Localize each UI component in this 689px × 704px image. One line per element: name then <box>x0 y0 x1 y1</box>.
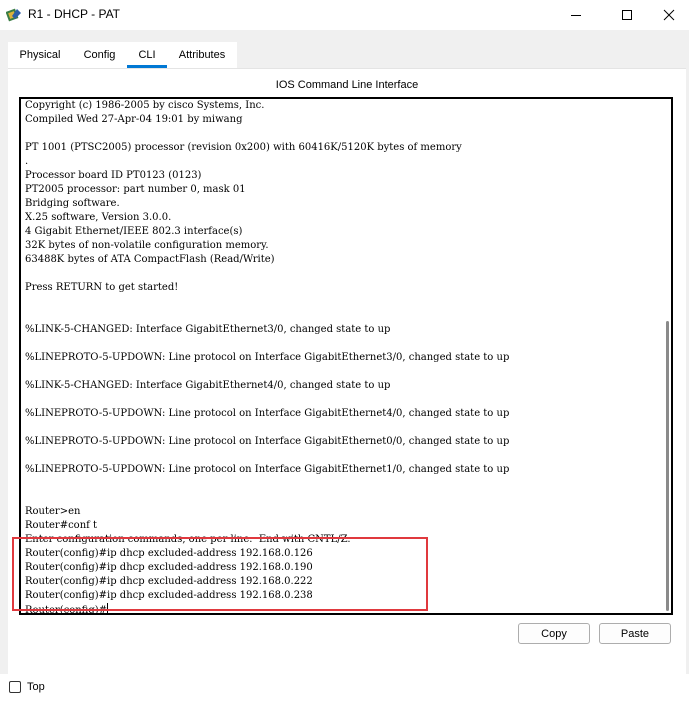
copy-button[interactable]: Copy <box>518 623 590 644</box>
terminal-line: %LINEPROTO-5-UPDOWN: Line protocol on In… <box>25 352 510 363</box>
maximize-button[interactable] <box>604 0 650 30</box>
panel-title: IOS Command Line Interface <box>275 79 419 91</box>
terminal-line: %LINEPROTO-5-UPDOWN: Line protocol on In… <box>25 464 510 475</box>
title-bar: R1 - DHCP - PAT <box>0 0 689 30</box>
terminal-line: PT2005 processor: part number 0, mask 01 <box>25 184 246 195</box>
terminal-line: Router(config)#ip dhcp excluded-address … <box>25 590 313 601</box>
terminal-line: 63488K bytes of ATA CompactFlash (Read/W… <box>25 254 275 265</box>
text-cursor <box>107 603 109 613</box>
top-checkbox[interactable] <box>9 681 21 693</box>
terminal-line: Copyright (c) 1986-2005 by cisco Systems… <box>25 100 265 111</box>
terminal-line: Enter configuration commands, one per li… <box>25 534 351 545</box>
paste-button[interactable]: Paste <box>599 623 671 644</box>
tab-config[interactable]: Config <box>72 42 127 68</box>
terminal-line: 4 Gigabit Ethernet/IEEE 802.3 interface(… <box>25 226 243 237</box>
terminal-line: Processor board ID PT0123 (0123) <box>25 170 202 181</box>
close-button[interactable] <box>646 0 689 30</box>
terminal-line: Press RETURN to get started! <box>25 282 179 293</box>
tab-cli[interactable]: CLI <box>127 42 167 68</box>
terminal-line: . <box>25 156 29 167</box>
terminal-line: Router>en <box>25 506 81 517</box>
close-icon <box>663 9 675 21</box>
terminal-line: %LINK-5-CHANGED: Interface GigabitEthern… <box>25 324 391 335</box>
window-title: R1 - DHCP - PAT <box>28 7 121 21</box>
tab-bar: Physical Config CLI Attributes <box>8 42 237 68</box>
terminal-line: Router(config)#ip dhcp excluded-address … <box>25 548 313 559</box>
terminal-scrollbar[interactable] <box>666 321 669 611</box>
minimize-button[interactable] <box>553 0 599 30</box>
terminal-line: Router(config)#ip dhcp excluded-address … <box>25 576 313 587</box>
tab-attributes[interactable]: Attributes <box>167 42 237 68</box>
terminal-line: %LINK-5-CHANGED: Interface GigabitEthern… <box>25 380 391 391</box>
router-icon <box>5 7 22 23</box>
tab-physical[interactable]: Physical <box>8 42 72 68</box>
terminal-line: %LINEPROTO-5-UPDOWN: Line protocol on In… <box>25 408 510 419</box>
terminal-line: Router(config)# <box>25 603 109 615</box>
minimize-icon <box>571 15 581 16</box>
top-label: Top <box>27 681 45 693</box>
terminal-console[interactable]: Copyright (c) 1986-2005 by cisco Systems… <box>19 97 673 615</box>
bottom-bar <box>0 674 689 704</box>
terminal-line: PT 1001 (PTSC2005) processor (revision 0… <box>25 142 462 153</box>
terminal-line: %LINEPROTO-5-UPDOWN: Line protocol on In… <box>25 436 510 447</box>
terminal-line: X.25 software, Version 3.0.0. <box>25 212 172 223</box>
terminal-line: Bridging software. <box>25 198 120 209</box>
maximize-icon <box>622 10 632 20</box>
terminal-line: Router#conf t <box>25 520 98 531</box>
terminal-output: Copyright (c) 1986-2005 by cisco Systems… <box>25 99 655 615</box>
terminal-line: Router(config)#ip dhcp excluded-address … <box>25 562 313 573</box>
terminal-line: Compiled Wed 27-Apr-04 19:01 by miwang <box>25 114 243 125</box>
terminal-line: 32K bytes of non-volatile configuration … <box>25 240 269 251</box>
